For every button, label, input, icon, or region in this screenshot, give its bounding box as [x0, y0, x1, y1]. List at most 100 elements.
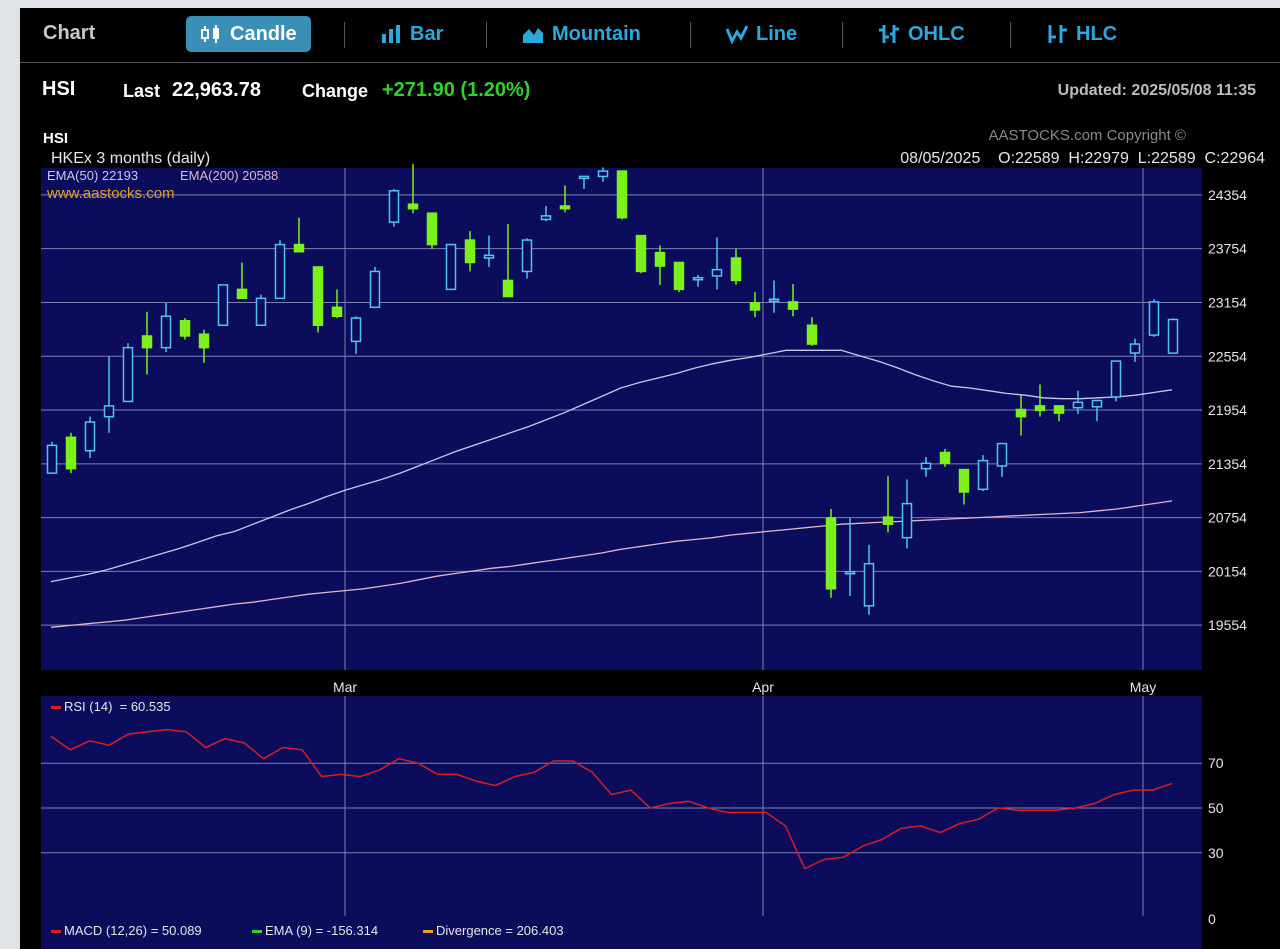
chart-subtitle: HKEx 3 months (daily) [51, 150, 210, 167]
candle-body [407, 203, 419, 210]
candle-button[interactable]: Candle [186, 16, 311, 52]
change-value: +271.90 (1.20%) [382, 79, 531, 101]
candle-icon [201, 25, 219, 43]
ohlc-icon [879, 25, 899, 43]
line-button[interactable]: Line [712, 16, 811, 52]
candle-body [502, 279, 514, 298]
website-label: www.aastocks.com [46, 185, 175, 202]
candle-body [103, 405, 115, 418]
copyright-text: AASTOCKS.com Copyright © [988, 127, 1186, 144]
price-tick-label: 21954 [1208, 402, 1247, 418]
candle-body [901, 502, 913, 539]
rsi-legend-swatch [51, 706, 61, 709]
price-tick-label: 20754 [1208, 510, 1247, 526]
bar-icon [382, 25, 400, 43]
updated-timestamp: Updated: 2025/05/08 11:35 [1057, 82, 1256, 99]
hlc-button[interactable]: HLC [1032, 16, 1131, 52]
chart-frame: Chart Candle Bar Mountain Line OHLC HLC … [20, 8, 1280, 949]
macd-legend-swatch [423, 930, 433, 933]
candle-body [939, 451, 951, 465]
candle-body [369, 270, 381, 309]
macd-legend-swatch [51, 930, 61, 933]
candle-body [141, 335, 153, 349]
x-tick-label: May [1130, 679, 1156, 695]
price-tick-label: 23754 [1208, 241, 1247, 257]
candle-body [388, 190, 400, 223]
candle-body [293, 243, 305, 253]
toolbar-divider [842, 22, 843, 48]
macd-legend-label: EMA (9) = -156.314 [265, 923, 378, 938]
hlc-button-label: HLC [1076, 23, 1118, 45]
macd-plot-area [41, 916, 1202, 949]
chart-title: HSI [43, 130, 68, 147]
x-tick-label: Mar [333, 679, 357, 695]
candle-body [920, 462, 932, 470]
price-tick-label: 24354 [1208, 187, 1247, 203]
ohlc-button-label: OHLC [908, 23, 965, 45]
candle-body [673, 261, 685, 291]
candle-body [521, 239, 533, 273]
candle-body [1015, 408, 1027, 418]
candle-body [445, 243, 457, 291]
candle-body [635, 234, 647, 273]
candle-body [1034, 405, 1046, 412]
mountain-button-label: Mountain [552, 23, 641, 45]
candle-body [46, 444, 58, 474]
candle-body [1148, 301, 1160, 336]
candle-body [426, 212, 438, 246]
candle-body [350, 317, 362, 343]
candle-body [692, 276, 704, 281]
change-label: Change [302, 81, 369, 101]
candle-body [160, 315, 172, 349]
quote-bar: HSI Last 22,963.78 Change +271.90 (1.20%… [20, 70, 1280, 110]
candle-body [559, 205, 571, 210]
mountain-button[interactable]: Mountain [508, 16, 655, 52]
rsi-tick-label: 30 [1208, 845, 1224, 861]
candle-body [198, 333, 210, 349]
candle-body [996, 442, 1008, 467]
macd-legend-swatch [252, 930, 262, 933]
candle-body [977, 459, 989, 491]
candle-body [597, 170, 609, 178]
candle-body [768, 298, 780, 302]
ema50-label: EMA(50) 22193 [47, 168, 138, 183]
candle-body [749, 302, 761, 311]
price-tick-label: 22554 [1208, 348, 1247, 364]
ohlc-button[interactable]: OHLC [864, 16, 979, 52]
candle-body [1072, 401, 1084, 409]
candle-body [540, 215, 552, 221]
candle-body [958, 468, 970, 493]
price-tick-label: 19554 [1208, 617, 1247, 633]
quote-symbol: HSI [42, 78, 76, 100]
rsi-zero-label: 0 [1208, 911, 1216, 927]
candle-body [274, 243, 286, 300]
price-tick-label: 23154 [1208, 294, 1247, 310]
candle-body [730, 257, 742, 282]
candle-body [1110, 360, 1122, 398]
candle-body [179, 320, 191, 337]
rsi-tick-label: 70 [1208, 755, 1224, 771]
candle-body [1167, 318, 1179, 354]
candle-body [787, 301, 799, 310]
candle-body [616, 170, 628, 219]
last-label: Last [123, 81, 161, 101]
candle-body [882, 516, 894, 525]
x-tick-label: Apr [752, 679, 774, 695]
candle-body [236, 288, 248, 300]
candle-body [312, 266, 324, 326]
bar-button[interactable]: Bar [366, 16, 457, 52]
toolbar-divider [344, 22, 345, 48]
candle-body [255, 297, 267, 326]
candle-body [1091, 399, 1103, 408]
candle-body [84, 421, 96, 452]
bar-button-label: Bar [410, 23, 444, 45]
candle-body [863, 562, 875, 607]
price-plot-area [41, 168, 1202, 670]
candle-body [122, 346, 134, 403]
candle-body [654, 251, 666, 267]
macd-legend-label: MACD (12,26) = 50.089 [64, 923, 202, 938]
candle-body [483, 254, 495, 259]
candle-body [806, 324, 818, 345]
candle-body [331, 306, 343, 318]
line-icon [726, 25, 748, 44]
